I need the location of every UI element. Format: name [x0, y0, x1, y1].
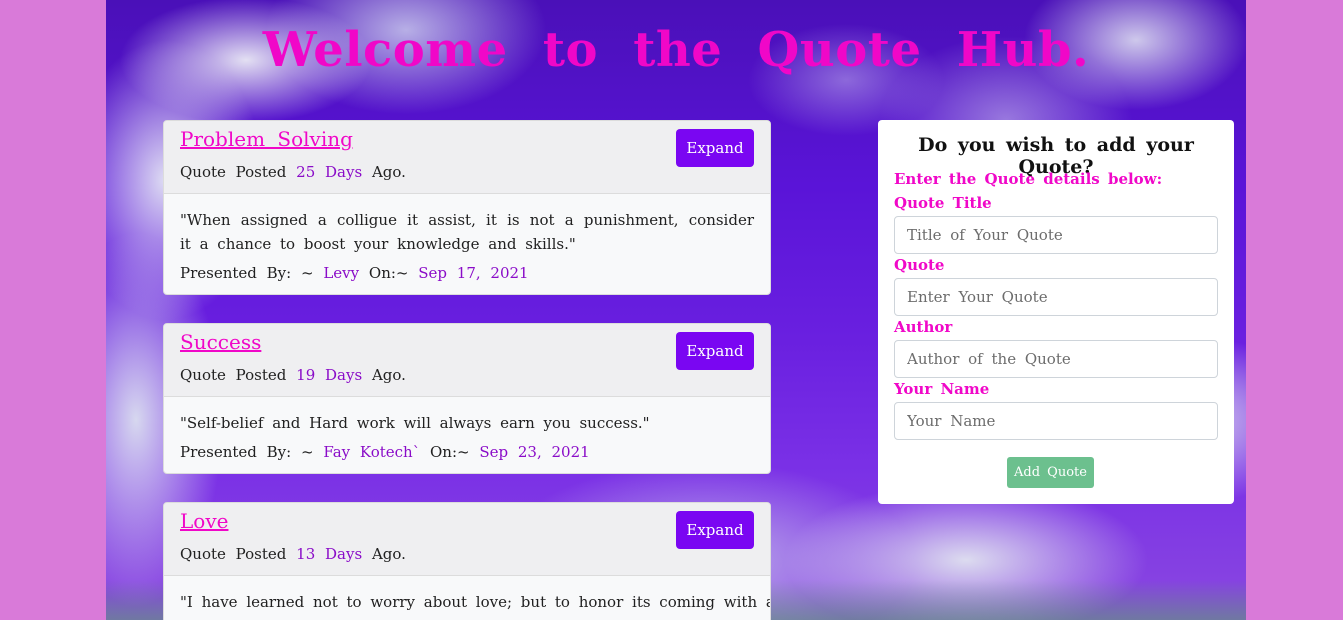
quote-label: Quote [894, 256, 945, 274]
quote-card: Love Quote Posted 13 Days Ago. Expand "I… [163, 502, 771, 620]
posted-suffix: Ago. [371, 366, 406, 384]
presented-by: Presented By: ~ Fay Kotech` On:~ Sep 23,… [180, 443, 754, 461]
quote-card-header: Problem Solving Quote Posted 25 Days Ago… [164, 121, 770, 194]
quote-title-link[interactable]: Love [180, 509, 228, 533]
quote-title-link[interactable]: Success [180, 330, 261, 354]
presented-prefix: Presented By: ~ [180, 443, 314, 461]
posted-prefix: Quote Posted [180, 163, 287, 181]
add-quote-form: Do you wish to add your Quote? Enter the… [878, 120, 1234, 504]
quote-card-header: Success Quote Posted 19 Days Ago. Expand [164, 324, 770, 397]
quote-card-body: "Self-belief and Hard work will always e… [164, 397, 770, 473]
author-label: Author [894, 318, 953, 336]
quote-title-input[interactable] [894, 216, 1218, 254]
your-name-input[interactable] [894, 402, 1218, 440]
quote-card-body: "I have learned not to worry about love;… [164, 576, 770, 620]
quote-text: "When assigned a colligue it assist, it … [180, 211, 754, 253]
quote-title-label: Quote Title [894, 194, 992, 212]
expand-button[interactable]: Expand [676, 129, 754, 167]
posted-suffix: Ago. [371, 163, 406, 181]
on-label: On:~ [368, 264, 409, 282]
posted-days: 13 Days [296, 545, 363, 563]
on-label: On:~ [429, 443, 470, 461]
add-quote-button[interactable]: Add Quote [1007, 457, 1094, 488]
posted-days: 25 Days [296, 163, 363, 181]
posted-prefix: Quote Posted [180, 366, 287, 384]
quote-date: Sep 23, 2021 [479, 443, 590, 461]
your-name-label: Your Name [894, 380, 990, 398]
presented-prefix: Presented By: ~ [180, 264, 314, 282]
quote-title-link[interactable]: Problem Solving [180, 127, 353, 151]
quote-input[interactable] [894, 278, 1218, 316]
quote-posted-info: Quote Posted 25 Days Ago. [180, 163, 406, 181]
quote-posted-info: Quote Posted 19 Days Ago. [180, 366, 406, 384]
page-title: Welcome to the Quote Hub. [262, 22, 1090, 78]
quote-author: Levy [323, 264, 360, 282]
quote-card-body: "When assigned a colligue it assist, it … [164, 194, 770, 294]
posted-days: 19 Days [296, 366, 363, 384]
quote-card-header: Love Quote Posted 13 Days Ago. Expand [164, 503, 770, 576]
presented-by: Presented By: ~ Levy On:~ Sep 17, 2021 [180, 264, 754, 282]
quote-card: Success Quote Posted 19 Days Ago. Expand… [163, 323, 771, 474]
quote-date: Sep 17, 2021 [418, 264, 529, 282]
expand-button[interactable]: Expand [676, 332, 754, 370]
author-input[interactable] [894, 340, 1218, 378]
quote-text: "Self-belief and Hard work will always e… [180, 414, 650, 432]
quote-posted-info: Quote Posted 13 Days Ago. [180, 545, 406, 563]
quote-card: Problem Solving Quote Posted 25 Days Ago… [163, 120, 771, 295]
background-sky: Welcome to the Quote Hub. Problem Solvin… [106, 0, 1246, 620]
posted-prefix: Quote Posted [180, 545, 287, 563]
form-subheading: Enter the Quote details below: [894, 170, 1163, 188]
posted-suffix: Ago. [371, 545, 406, 563]
quote-text: "I have learned not to worry about love;… [180, 593, 771, 611]
expand-button[interactable]: Expand [676, 511, 754, 549]
quote-author: Fay Kotech` [323, 443, 421, 461]
